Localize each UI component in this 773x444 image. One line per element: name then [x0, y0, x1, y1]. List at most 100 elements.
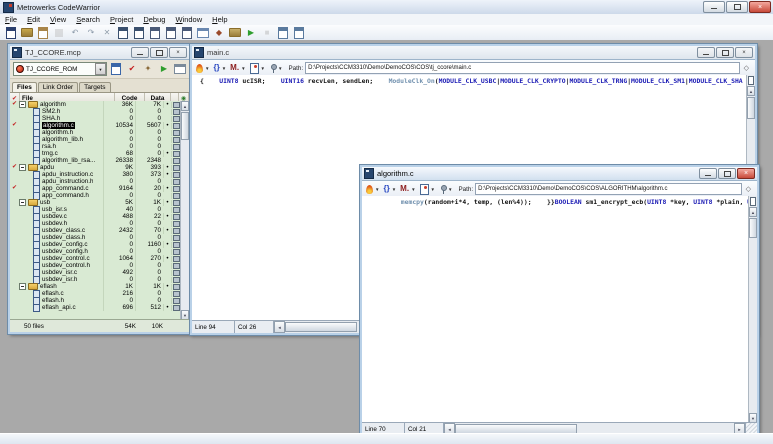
chevron-down-icon[interactable]: ▼: [375, 187, 379, 192]
target-link-icon[interactable]: [173, 151, 180, 157]
chevron-down-icon[interactable]: ▼: [222, 66, 226, 71]
pin-icon[interactable]: [439, 185, 446, 194]
markers-menu-icon[interactable]: M.: [400, 185, 409, 193]
functions-menu-icon[interactable]: {}: [383, 185, 389, 193]
target-link-icon[interactable]: [173, 291, 180, 297]
editor-titlebar[interactable]: main.c ×: [192, 46, 755, 60]
target-link-icon[interactable]: [173, 186, 180, 192]
tab-targets[interactable]: Targets: [79, 82, 110, 92]
target-link-icon[interactable]: [173, 123, 180, 129]
collapse-icon[interactable]: [19, 164, 26, 171]
chevron-down-icon[interactable]: ▼: [278, 66, 282, 71]
target-link-icon[interactable]: [173, 130, 180, 136]
target-link-icon[interactable]: [173, 305, 180, 311]
target-link-icon[interactable]: [173, 137, 180, 143]
menu-window[interactable]: Window: [170, 15, 207, 24]
tab-files[interactable]: Files: [12, 82, 37, 92]
menu-project[interactable]: Project: [105, 15, 138, 24]
target-link-icon[interactable]: [173, 221, 180, 227]
chevron-down-icon[interactable]: ▼: [411, 187, 415, 192]
target-link-icon[interactable]: [173, 144, 180, 150]
menu-search[interactable]: Search: [71, 15, 105, 24]
scroll-up-icon[interactable]: ▲: [181, 101, 189, 111]
make-icon[interactable]: ✦: [142, 63, 154, 75]
target-selector[interactable]: TJ_CCORE_ROM ▼: [13, 62, 107, 76]
paste-icon[interactable]: [133, 27, 145, 39]
minimize-icon[interactable]: [131, 47, 149, 58]
project-scrollbar[interactable]: ▲ ▼: [180, 101, 189, 320]
pin-icon[interactable]: [269, 64, 276, 73]
minimize-icon[interactable]: [703, 1, 725, 13]
menu-help[interactable]: Help: [207, 15, 232, 24]
chevron-down-icon[interactable]: ▼: [448, 187, 452, 192]
target-link-icon[interactable]: [173, 193, 180, 199]
chevron-down-icon[interactable]: ▼: [241, 66, 245, 71]
open-file-icon[interactable]: [37, 27, 49, 39]
editor-window-algorithm[interactable]: algorithm.c × ▼ {}▼ M.▼ ▼ ▼ Path: D:\Pro…: [360, 165, 759, 434]
restore-icon[interactable]: [150, 47, 168, 58]
collapse-icon[interactable]: [19, 199, 26, 206]
source-menu-icon[interactable]: [366, 185, 373, 194]
message-window-icon[interactable]: [197, 27, 209, 39]
project-file-row[interactable]: app_command.h00: [10, 192, 181, 199]
cut-icon[interactable]: ✕: [101, 27, 113, 39]
header-doc-icon[interactable]: [293, 27, 305, 39]
restore-icon[interactable]: [718, 168, 736, 179]
menu-file[interactable]: File: [0, 15, 22, 24]
copy-icon[interactable]: [117, 27, 129, 39]
restore-icon[interactable]: [726, 1, 748, 13]
pane-split-icon[interactable]: [748, 76, 754, 85]
target-link-icon[interactable]: [173, 200, 180, 206]
bring-up-to-date-icon[interactable]: [181, 27, 193, 39]
redo-icon[interactable]: ↷: [85, 27, 97, 39]
minimize-icon[interactable]: [699, 168, 717, 179]
target-link-icon[interactable]: [173, 298, 180, 304]
source-menu-icon[interactable]: [196, 64, 203, 73]
debug-target-icon[interactable]: [174, 63, 186, 75]
chevron-down-icon[interactable]: ▼: [205, 66, 209, 71]
editor-titlebar[interactable]: algorithm.c ×: [362, 167, 757, 181]
run-target-icon[interactable]: ▶: [158, 63, 170, 75]
scrollbar-thumb[interactable]: [181, 112, 189, 140]
new-file-icon[interactable]: [5, 27, 17, 39]
target-settings-icon[interactable]: [110, 63, 122, 75]
functions-menu-icon[interactable]: {}: [213, 64, 219, 72]
scrollbar-thumb[interactable]: [749, 218, 757, 238]
target-link-icon[interactable]: [173, 214, 180, 220]
chevron-down-icon[interactable]: ▼: [392, 187, 396, 192]
project-window[interactable]: TJ_CCORE.mcp × TJ_CCORE_ROM ▼ ✔✦▶ FilesL…: [8, 44, 191, 334]
project-window-titlebar[interactable]: TJ_CCORE.mcp ×: [10, 46, 189, 60]
scroll-left-icon[interactable]: ◄: [274, 321, 285, 333]
toolbox-icon[interactable]: ◆: [213, 27, 225, 39]
duplicate-icon[interactable]: [149, 27, 161, 39]
project-file-tree[interactable]: ✔algorithm36K7K•SM2.h00SHA.h00✔algorithm…: [10, 101, 181, 320]
diamond-icon[interactable]: ◇: [744, 64, 749, 72]
collapse-icon[interactable]: [19, 101, 26, 108]
file-dirty-icon[interactable]: [250, 63, 259, 74]
menu-view[interactable]: View: [45, 15, 71, 24]
target-link-icon[interactable]: [173, 228, 180, 234]
file-dirty-icon[interactable]: [420, 184, 429, 195]
close-icon[interactable]: ×: [169, 47, 187, 58]
chevron-down-icon[interactable]: ▼: [261, 66, 265, 71]
target-link-icon[interactable]: [173, 270, 180, 276]
target-link-icon[interactable]: [173, 284, 180, 290]
project-file-row[interactable]: eflash_api.c696512•: [10, 304, 181, 311]
target-link-icon[interactable]: [173, 116, 180, 122]
project-folder-icon[interactable]: [229, 27, 241, 39]
tab-link-order[interactable]: Link Order: [38, 82, 78, 92]
minimize-icon[interactable]: [697, 47, 715, 58]
project-file-row[interactable]: usbdev_isr.h00: [10, 276, 181, 283]
target-link-icon[interactable]: [173, 158, 180, 164]
menu-edit[interactable]: Edit: [22, 15, 45, 24]
project-file-row[interactable]: algorithm_lib_rsa...263382348: [10, 157, 181, 164]
target-link-icon[interactable]: [173, 242, 180, 248]
menu-debug[interactable]: Debug: [138, 15, 170, 24]
target-link-icon[interactable]: [173, 207, 180, 213]
target-link-icon[interactable]: [173, 102, 180, 108]
chevron-down-icon[interactable]: ▼: [431, 187, 435, 192]
source-doc-icon[interactable]: [277, 27, 289, 39]
diamond-icon[interactable]: ◇: [746, 185, 751, 193]
restore-icon[interactable]: [716, 47, 734, 58]
run-icon[interactable]: ▶: [245, 27, 257, 39]
